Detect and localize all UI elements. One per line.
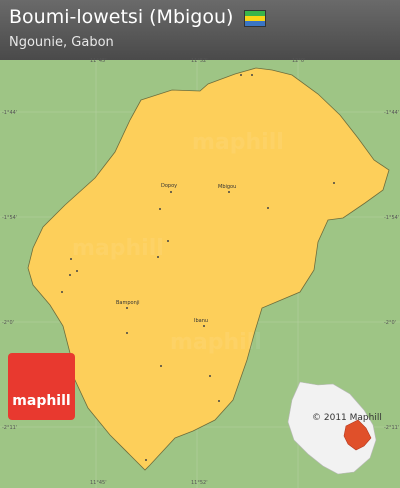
header-bar: Boumi-lowetsi (Mbigou) Ngounie, Gabon bbox=[0, 0, 400, 60]
place-dot bbox=[170, 191, 172, 193]
place-dot bbox=[333, 182, 335, 184]
place-dot bbox=[76, 270, 78, 272]
place-dot bbox=[159, 208, 161, 210]
copyright-text: © 2011 Maphill bbox=[312, 413, 382, 423]
place-dot bbox=[203, 325, 205, 327]
place-dot bbox=[126, 307, 128, 309]
place-dot bbox=[228, 191, 230, 193]
place-dot bbox=[145, 459, 147, 461]
tick-right-2: -2°0' bbox=[384, 320, 397, 326]
tick-left-2: -2°0' bbox=[2, 320, 15, 326]
tick-left-3: -2°11' bbox=[2, 425, 18, 431]
map-svg bbox=[0, 60, 400, 488]
place-dot bbox=[251, 74, 253, 76]
tick-top-1: 11°52' bbox=[191, 58, 208, 64]
place-label[interactable]: Dopoy bbox=[161, 183, 177, 189]
watermark: maphill bbox=[72, 236, 164, 261]
place-dot bbox=[167, 240, 169, 242]
place-dot bbox=[70, 258, 72, 260]
place-dot bbox=[218, 400, 220, 402]
watermark: maphill bbox=[192, 130, 284, 155]
map-area[interactable]: 11°45' 11°52' 12°0' -1°44' -1°54' -2°0' … bbox=[0, 58, 400, 488]
tick-left-1: -1°54' bbox=[2, 215, 18, 221]
place-dot bbox=[69, 274, 71, 276]
tick-right-3: -2°11' bbox=[384, 425, 400, 431]
tick-bottom-1: 11°52' bbox=[191, 480, 208, 486]
watermark: maphill bbox=[170, 330, 262, 355]
place-dot bbox=[160, 365, 162, 367]
gabon-flag-icon bbox=[244, 10, 266, 27]
tick-bottom-0: 11°45' bbox=[90, 480, 107, 486]
place-dot bbox=[267, 207, 269, 209]
tick-right-0: -1°44' bbox=[384, 110, 400, 116]
tick-left-0: -1°44' bbox=[2, 110, 18, 116]
map-title: Boumi-lowetsi (Mbigou) bbox=[9, 6, 234, 28]
place-label[interactable]: Bamponji bbox=[116, 300, 140, 306]
maphill-logo[interactable] bbox=[8, 353, 75, 420]
tick-top-2: 12°0' bbox=[292, 58, 306, 64]
place-label[interactable]: Mbigou bbox=[218, 184, 236, 190]
tick-right-1: -1°54' bbox=[384, 215, 400, 221]
tick-top-0: 11°45' bbox=[90, 58, 107, 64]
maphill-logo-text[interactable]: maphill bbox=[8, 393, 75, 409]
place-dot bbox=[157, 256, 159, 258]
place-dot bbox=[240, 74, 242, 76]
map-subtitle: Ngounie, Gabon bbox=[9, 35, 114, 50]
place-dot bbox=[126, 332, 128, 334]
place-dot bbox=[209, 375, 211, 377]
place-label[interactable]: Ibanu bbox=[194, 318, 208, 324]
place-dot bbox=[61, 291, 63, 293]
